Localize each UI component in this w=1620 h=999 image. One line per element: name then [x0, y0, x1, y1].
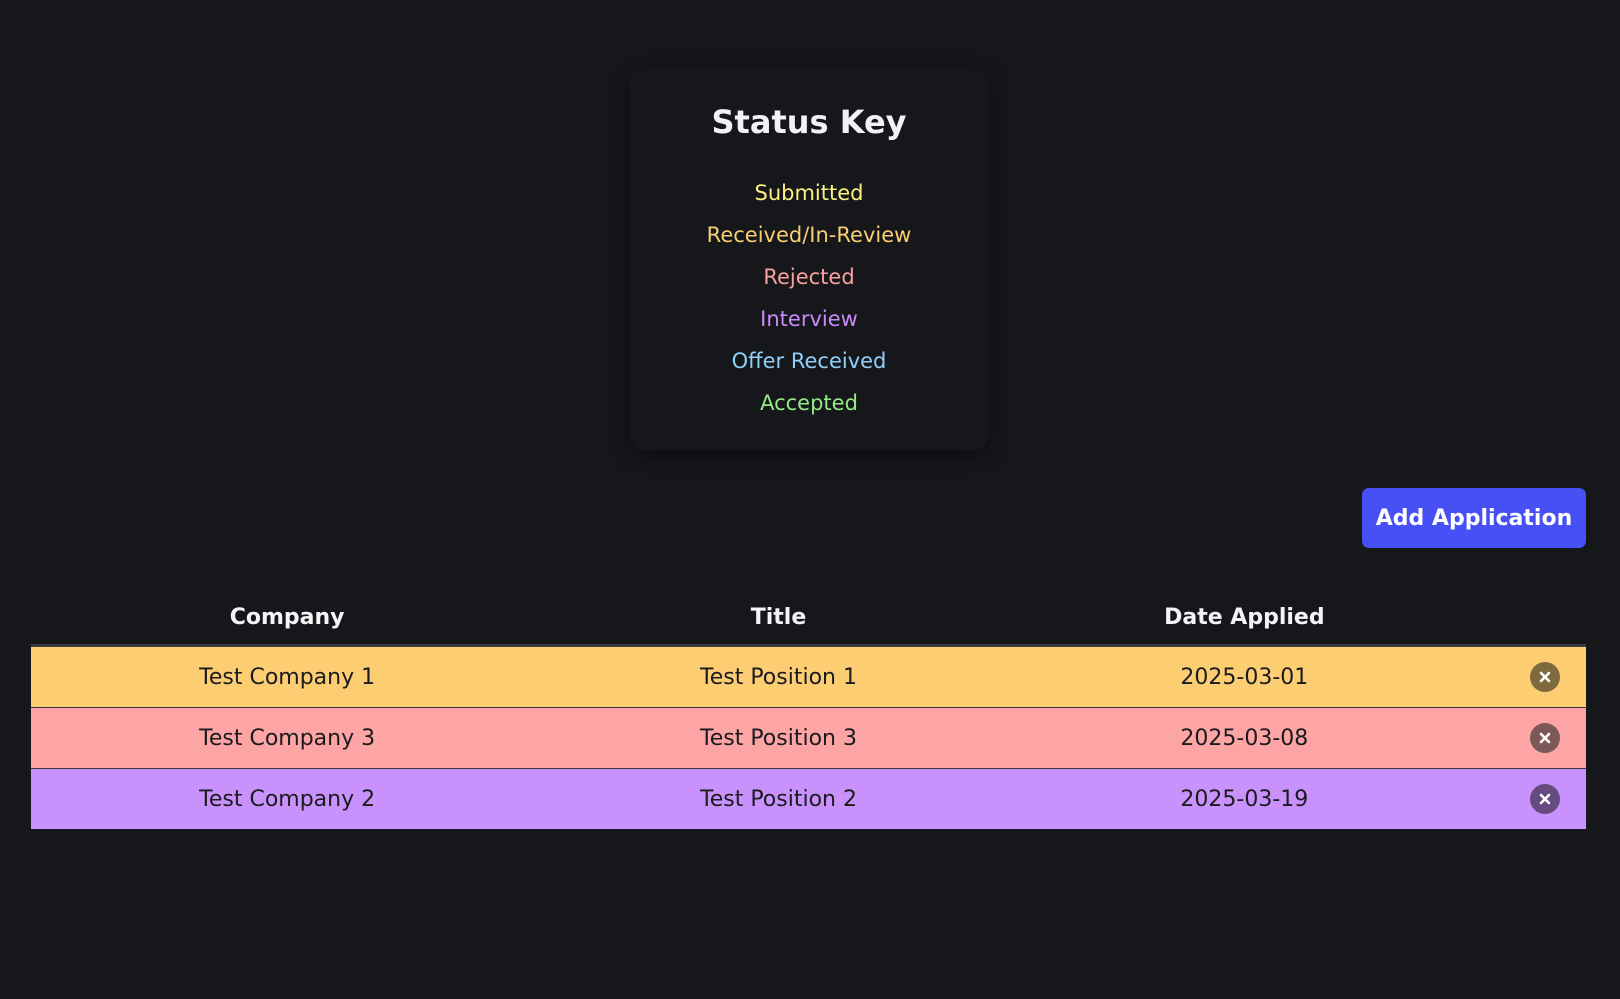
table-header-row: Company Title Date Applied	[31, 590, 1586, 647]
cell-company: Test Company 2	[199, 786, 376, 812]
close-icon	[1540, 671, 1551, 683]
status-key-item-rejected: Rejected	[763, 265, 855, 289]
status-key-item-offer: Offer Received	[731, 349, 887, 373]
status-key-item-accepted: Accepted	[760, 391, 858, 415]
cell-date: 2025-03-08	[1013, 707, 1475, 769]
cell-title: Test Position 2	[700, 786, 857, 812]
status-key-item-received: Received/In-Review	[706, 223, 912, 247]
add-application-button[interactable]: Add Application	[1362, 488, 1586, 548]
delete-row-button[interactable]	[1530, 662, 1561, 692]
cell-title: Test Position 1	[543, 645, 1014, 708]
table-row[interactable]: Test Company 2 Test Position 2 2025-03-1…	[31, 768, 1586, 830]
cell-actions	[1475, 769, 1586, 830]
column-header-date: Date Applied	[1013, 590, 1475, 647]
cell-date: 2025-03-01	[1013, 645, 1475, 708]
table-row[interactable]: Test Company 1 Test Position 1 2025-03-0…	[31, 645, 1586, 708]
table-row[interactable]: Test Company 3 Test Position 3 2025-03-0…	[31, 707, 1586, 769]
status-key-title: Status Key	[711, 103, 907, 141]
column-header-title: Title	[543, 590, 1014, 647]
cell-company: Test Company 1	[31, 645, 544, 708]
close-icon	[1540, 793, 1551, 805]
status-key-card: Status Key Submitted Received/In-Review …	[630, 70, 988, 450]
status-key-item-submitted: Submitted	[754, 181, 864, 205]
delete-row-button[interactable]	[1530, 723, 1561, 753]
column-header-actions	[1474, 590, 1586, 647]
cell-actions	[1474, 645, 1586, 708]
status-key-list: Submitted Received/In-Review Rejected In…	[630, 172, 988, 424]
cell-actions	[1474, 707, 1586, 769]
cell-company: Test Company 3	[31, 707, 544, 769]
applications-table: Company Title Date Applied Test Company …	[31, 590, 1586, 829]
close-icon	[1540, 732, 1551, 744]
delete-row-button[interactable]	[1530, 784, 1561, 814]
status-key-item-interview: Interview	[760, 307, 858, 331]
cell-title: Test Position 3	[543, 707, 1014, 769]
cell-date: 2025-03-19	[1180, 786, 1309, 812]
column-header-company: Company	[31, 590, 544, 647]
